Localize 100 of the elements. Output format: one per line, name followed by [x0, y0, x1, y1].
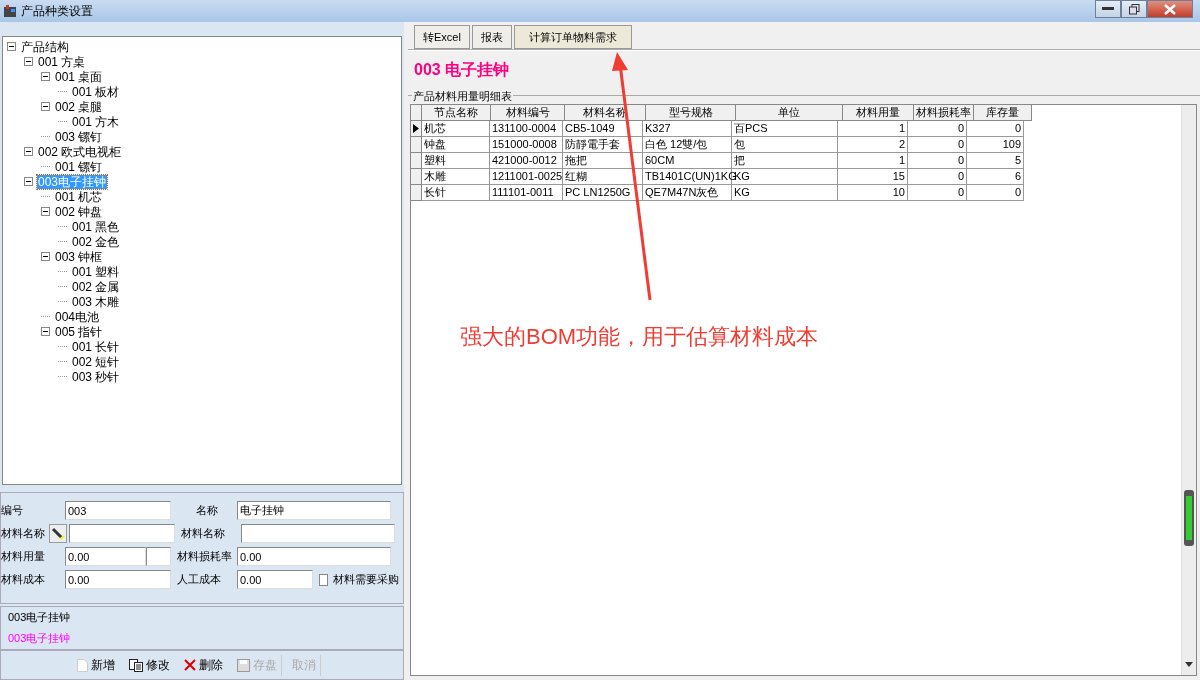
- scroll-thumb[interactable]: [1184, 490, 1194, 546]
- tree-item[interactable]: 001 方木: [71, 114, 121, 129]
- table-cell: 防靜電手套: [563, 137, 643, 153]
- field-label: 材料成本: [1, 572, 46, 588]
- table-cell: 红糊: [563, 169, 643, 185]
- table-cell: 0: [967, 185, 1024, 201]
- field-label: 材料损耗率: [177, 549, 233, 565]
- table-cell: 塑料: [422, 153, 490, 169]
- table-cell: 0: [908, 121, 967, 137]
- field-label: 材料用量: [1, 549, 46, 565]
- tree-item[interactable]: 001 塑料: [71, 264, 121, 279]
- collapse-icon[interactable]: [24, 57, 33, 66]
- tree-item[interactable]: 005 指针: [54, 324, 104, 339]
- column-header[interactable]: 型号规格: [646, 105, 736, 121]
- app-icon: [3, 4, 17, 18]
- collapse-icon[interactable]: [41, 102, 50, 111]
- table-cell: 把: [732, 153, 838, 169]
- checkbox[interactable]: [319, 573, 328, 586]
- status-text: 003电子挂钟: [8, 631, 72, 647]
- scroll-down-icon[interactable]: [1185, 662, 1193, 667]
- tree-item[interactable]: 002 金色: [71, 234, 121, 249]
- tree-item[interactable]: 003 木雕: [71, 294, 121, 309]
- toolbar-button[interactable]: 转Excel: [414, 25, 470, 49]
- column-header[interactable]: 材料编号: [491, 105, 565, 121]
- material-field[interactable]: [69, 524, 175, 544]
- column-header[interactable]: 材料用量: [843, 105, 914, 121]
- pick-button[interactable]: [49, 524, 67, 544]
- tree-item[interactable]: 001 机芯: [54, 189, 104, 204]
- tree-item[interactable]: 002 金属: [71, 279, 121, 294]
- column-header[interactable]: 节点名称: [422, 105, 491, 121]
- tree-item[interactable]: 002 桌腿: [54, 99, 104, 114]
- table-cell: 15: [838, 169, 908, 185]
- loss-field[interactable]: 0.00: [237, 547, 391, 567]
- name-field[interactable]: 电子挂钟: [237, 501, 391, 521]
- tree-item[interactable]: 002 短针: [71, 354, 121, 369]
- edit-button[interactable]: 修改: [125, 654, 174, 676]
- table-cell: K327: [643, 121, 732, 137]
- status-text: 003电子挂钟: [8, 610, 72, 626]
- tree-item[interactable]: 002 欧式电视柜: [37, 144, 123, 159]
- minimize-icon: [1102, 7, 1114, 11]
- material-name-field[interactable]: [241, 524, 395, 544]
- tree-item[interactable]: 002 钟盘: [54, 204, 104, 219]
- tree-item[interactable]: 001 长针: [71, 339, 121, 354]
- product-title: 003 电子挂钟: [414, 59, 510, 80]
- cost-field[interactable]: 0.00: [65, 570, 171, 590]
- restore-button[interactable]: [1121, 0, 1147, 18]
- table-cell: 1: [838, 121, 908, 137]
- tree-item[interactable]: 001 镙钉: [54, 159, 104, 174]
- table-cell: 木雕: [422, 169, 490, 185]
- field-label: 编号: [1, 503, 24, 519]
- code-field[interactable]: 003: [65, 501, 171, 521]
- tree-item[interactable]: 001 方桌: [37, 54, 87, 69]
- tree-item[interactable]: 004电池: [54, 309, 101, 324]
- close-button[interactable]: [1147, 0, 1193, 18]
- tree-item[interactable]: 001 黑色: [71, 219, 121, 234]
- row-indicator[interactable]: [411, 121, 422, 137]
- collapse-icon[interactable]: [24, 177, 33, 186]
- collapse-icon[interactable]: [41, 207, 50, 216]
- table-cell: 拖把: [563, 153, 643, 169]
- tree-item[interactable]: 001 桌面: [54, 69, 104, 84]
- minimize-button[interactable]: [1095, 0, 1121, 18]
- column-header[interactable]: 单位: [736, 105, 843, 121]
- collapse-icon[interactable]: [41, 72, 50, 81]
- collapse-icon[interactable]: [7, 42, 16, 51]
- table-cell: CB5-1049: [563, 121, 643, 137]
- tree-item[interactable]: 003 秒针: [71, 369, 121, 384]
- toolbar-button[interactable]: 报表: [471, 25, 512, 49]
- tree-item[interactable]: 003 钟框: [54, 249, 104, 264]
- labor-field[interactable]: 0.00: [237, 570, 313, 590]
- unit-field[interactable]: [146, 547, 171, 567]
- new-button[interactable]: 新增: [73, 654, 119, 676]
- copy-icon: [129, 658, 143, 672]
- collapse-icon[interactable]: [41, 327, 50, 336]
- table-cell: 包: [732, 137, 838, 153]
- column-header[interactable]: 库存量: [974, 105, 1032, 121]
- table-cell: 421000-0012: [490, 153, 563, 169]
- tree-item[interactable]: 产品结构: [20, 39, 70, 54]
- table-cell: 131100-0004: [490, 121, 563, 137]
- table-cell: 0: [967, 121, 1024, 137]
- field-label: 材料名称: [1, 526, 46, 542]
- table-cell: 109: [967, 137, 1024, 153]
- collapse-icon[interactable]: [24, 147, 33, 156]
- table-cell: 0: [908, 185, 967, 201]
- save-icon: [237, 658, 250, 672]
- field-label: 人工成本: [177, 572, 222, 588]
- column-header[interactable]: 材料损耗率: [914, 105, 974, 121]
- tree-item[interactable]: 001 板材: [71, 84, 121, 99]
- table-cell: 长针: [422, 185, 490, 201]
- collapse-icon[interactable]: [41, 252, 50, 261]
- table-cell: 百PCS: [732, 121, 838, 137]
- field-label: 名称: [195, 503, 219, 519]
- field-label: 材料名称: [181, 526, 226, 542]
- table-cell: 白色 12雙/包: [643, 137, 732, 153]
- table-cell: 1: [838, 153, 908, 169]
- toolbar-button[interactable]: 计算订单物料需求: [513, 25, 632, 49]
- table-cell: 10: [838, 185, 908, 201]
- usage-field[interactable]: 0.00: [65, 547, 146, 567]
- delete-button[interactable]: 删除: [180, 654, 227, 676]
- scrollbar[interactable]: [1181, 105, 1196, 675]
- tree-item[interactable]: 003 镙钉: [54, 129, 104, 144]
